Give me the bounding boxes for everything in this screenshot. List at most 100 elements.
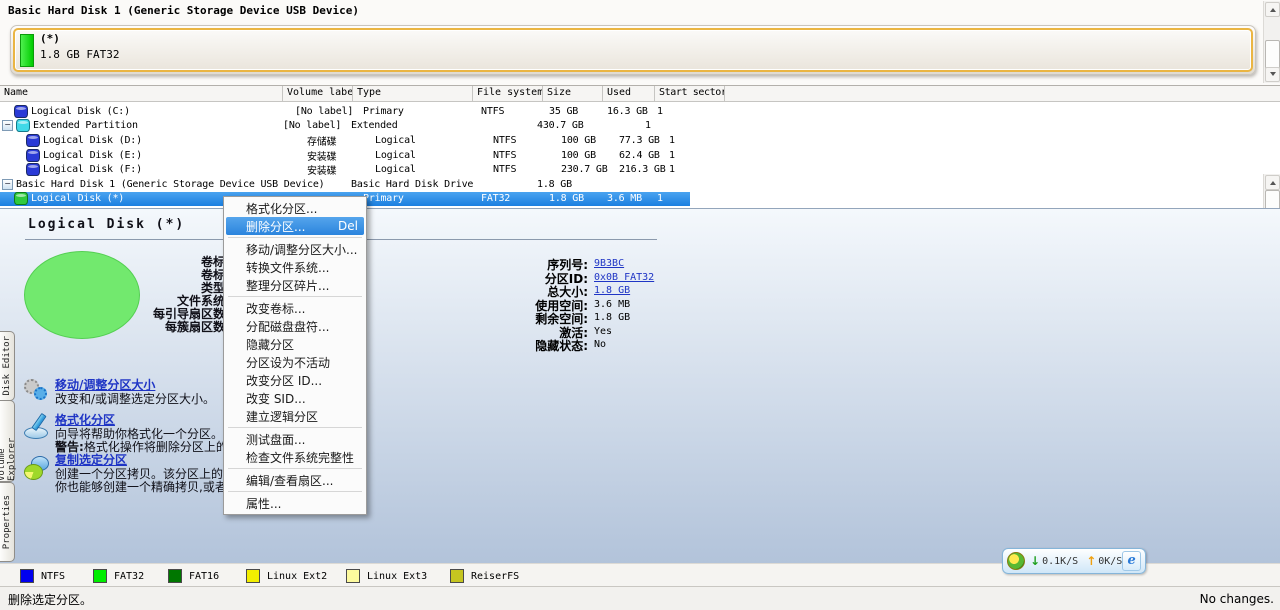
move-resize-link[interactable]: 移动/调整分区大小: [55, 379, 215, 393]
column-header-start-sector[interactable]: Start sector: [655, 86, 725, 101]
right-property-list: 序列号:9B3BC 分区ID:0x0B FAT32 总大小:1.8 GB 使用空…: [430, 256, 654, 351]
status-changes-text: No changes.: [1200, 592, 1274, 606]
legend-item: FAT32: [93, 569, 144, 583]
menu-item-change-sid[interactable]: 改变 SID...: [224, 389, 366, 407]
partition-manager-window: Basic Hard Disk 1 (Generic Storage Devic…: [0, 0, 1280, 610]
copy-partition-icon: [24, 456, 50, 482]
legend-swatch: [246, 569, 260, 583]
column-header-type[interactable]: Type: [353, 86, 473, 101]
partition-id-link[interactable]: 0x0B FAT32: [594, 270, 654, 284]
free-space-value: 1.8 GB: [594, 310, 630, 324]
table-row[interactable]: Logical Disk (E:) 安装碟 Logical NTFS 100 G…: [0, 148, 1280, 163]
partition-table: Name Volume label Type File system Size …: [0, 86, 1280, 207]
action-copy: 复制选定分区 创建一个分区拷贝。该分区上的所有 你也能够创建一个精确拷贝,或者仅: [55, 454, 247, 495]
scroll-up-icon[interactable]: [1265, 2, 1280, 17]
scroll-up-icon[interactable]: [1265, 175, 1280, 190]
prop-label: 每簇扇区数: [60, 321, 225, 334]
move-resize-gears-icon: [24, 379, 50, 405]
partition-usage-bar: [20, 34, 34, 67]
partition-label: (*): [40, 32, 60, 45]
upload-arrow-icon: ↑: [1086, 554, 1096, 568]
diskmap-scrollbar[interactable]: [1263, 1, 1280, 83]
tab-properties[interactable]: Properties: [0, 482, 15, 562]
menu-separator: [228, 468, 362, 469]
disk-map-track: (*) 1.8 GB FAT32: [10, 25, 1256, 75]
menu-item-test-surface[interactable]: 测试盘面...: [224, 430, 366, 448]
menu-separator: [228, 491, 362, 492]
ie-browser-icon[interactable]: e: [1122, 551, 1141, 571]
collapse-expander-icon[interactable]: −: [2, 120, 13, 131]
status-hint-text: 删除选定分区。: [8, 591, 92, 608]
column-header-volume-label[interactable]: Volume label: [283, 86, 353, 101]
menu-item-check-filesystem[interactable]: 检查文件系统完整性: [224, 448, 366, 466]
legend-swatch: [450, 569, 464, 583]
download-arrow-icon: ↓: [1030, 554, 1040, 568]
security-suite-icon[interactable]: [1007, 552, 1025, 570]
scroll-down-icon[interactable]: [1265, 67, 1280, 82]
menu-separator: [228, 427, 362, 428]
table-row[interactable]: − Extended Partition [No label] Extended…: [0, 119, 1280, 134]
menu-item-move-resize[interactable]: 移动/调整分区大小...: [224, 240, 366, 258]
context-menu: 格式化分区... 删除分区...Del 移动/调整分区大小... 转换文件系统.…: [223, 196, 367, 515]
collapse-expander-icon[interactable]: −: [2, 179, 13, 190]
format-pencil-icon: [24, 415, 50, 441]
status-bar: 删除选定分区。 No changes.: [0, 586, 1280, 610]
menu-item-set-inactive[interactable]: 分区设为不活动: [224, 353, 366, 371]
legend-item: ReiserFS: [450, 569, 519, 583]
disk-title: Basic Hard Disk 1 (Generic Storage Devic…: [8, 4, 359, 17]
menu-item-delete-partition[interactable]: 删除分区...Del: [226, 217, 364, 235]
menu-item-assign-drive-letter[interactable]: 分配磁盘盘符...: [224, 317, 366, 335]
table-row[interactable]: − Basic Hard Disk 1 (Generic Storage Dev…: [0, 177, 1280, 192]
net-speed-widget[interactable]: ↓ 0.1K/S ↑ 0K/S e: [1002, 548, 1146, 574]
column-header-file-system[interactable]: File system: [473, 86, 543, 101]
table-header: Name Volume label Type File system Size …: [0, 86, 1280, 102]
tab-disk-editor[interactable]: Disk Editor: [0, 331, 15, 401]
menu-item-change-label[interactable]: 改变卷标...: [224, 299, 366, 317]
table-row[interactable]: Logical Disk (F:) 安装碟 Logical NTFS 230.7…: [0, 162, 1280, 177]
menu-item-create-logical[interactable]: 建立逻辑分区: [224, 407, 366, 425]
table-row[interactable]: Logical Disk (C:) [No label] Primary NTF…: [0, 104, 1280, 119]
legend-item: FAT16: [168, 569, 219, 583]
legend-swatch: [93, 569, 107, 583]
menu-item-format-partition[interactable]: 格式化分区...: [224, 199, 366, 217]
column-header-size[interactable]: Size: [543, 86, 603, 101]
tab-volume-explorer[interactable]: Volume Explorer: [0, 400, 15, 482]
total-size-link[interactable]: 1.8 GB: [594, 283, 630, 297]
active-value: Yes: [594, 324, 612, 338]
column-header-used[interactable]: Used: [603, 86, 655, 101]
menu-item-change-partition-id[interactable]: 改变分区 ID...: [224, 371, 366, 389]
menu-item-edit-view-sectors[interactable]: 编辑/查看扇区...: [224, 471, 366, 489]
serial-number-link[interactable]: 9B3BC: [594, 256, 624, 270]
menu-item-convert-filesystem[interactable]: 转换文件系统...: [224, 258, 366, 276]
download-speed: 0.1K/S: [1042, 556, 1078, 567]
column-header-name[interactable]: Name: [0, 86, 283, 101]
menu-separator: [228, 296, 362, 297]
disk-blue-icon: [26, 163, 40, 176]
disk-blue-icon: [14, 105, 28, 118]
menu-item-hide-partition[interactable]: 隐藏分区: [224, 335, 366, 353]
legend-swatch: [20, 569, 34, 583]
used-space-value: 3.6 MB: [594, 297, 630, 311]
copy-partition-link[interactable]: 复制选定分区: [55, 454, 247, 468]
legend-item: NTFS: [20, 569, 65, 583]
legend-item: Linux Ext3: [346, 569, 427, 583]
menu-separator: [228, 237, 362, 238]
menu-item-properties[interactable]: 属性...: [224, 494, 366, 512]
hidden-state-value: No: [594, 337, 606, 351]
disk-map-panel: Basic Hard Disk 1 (Generic Storage Devic…: [0, 0, 1280, 86]
partition-info: 1.8 GB FAT32: [40, 48, 119, 61]
left-property-labels: 卷标 卷标 类型 文件系统 每引导扇区数 每簇扇区数: [60, 256, 225, 334]
disk-map-partition[interactable]: (*) 1.8 GB FAT32: [13, 28, 1253, 72]
panel-title: Logical Disk (*): [28, 217, 185, 232]
scrollbar-thumb[interactable]: [1265, 40, 1280, 69]
action-move-resize: 移动/调整分区大小 改变和/或调整选定分区大小。: [55, 379, 215, 406]
properties-panel: Disk Editor Volume Explorer Properties L…: [0, 208, 1280, 565]
disk-green-icon: [14, 192, 28, 205]
disk-blue-icon: [26, 134, 40, 147]
disk-cyan-icon: [16, 119, 30, 132]
table-row[interactable]: Logical Disk (D:) 存储碟 Logical NTFS 100 G…: [0, 133, 1280, 148]
table-body: Logical Disk (C:) [No label] Primary NTF…: [0, 102, 1280, 206]
upload-speed: 0K/S: [1098, 556, 1122, 567]
disk-blue-icon: [26, 149, 40, 162]
menu-item-defragment[interactable]: 整理分区碎片...: [224, 276, 366, 294]
